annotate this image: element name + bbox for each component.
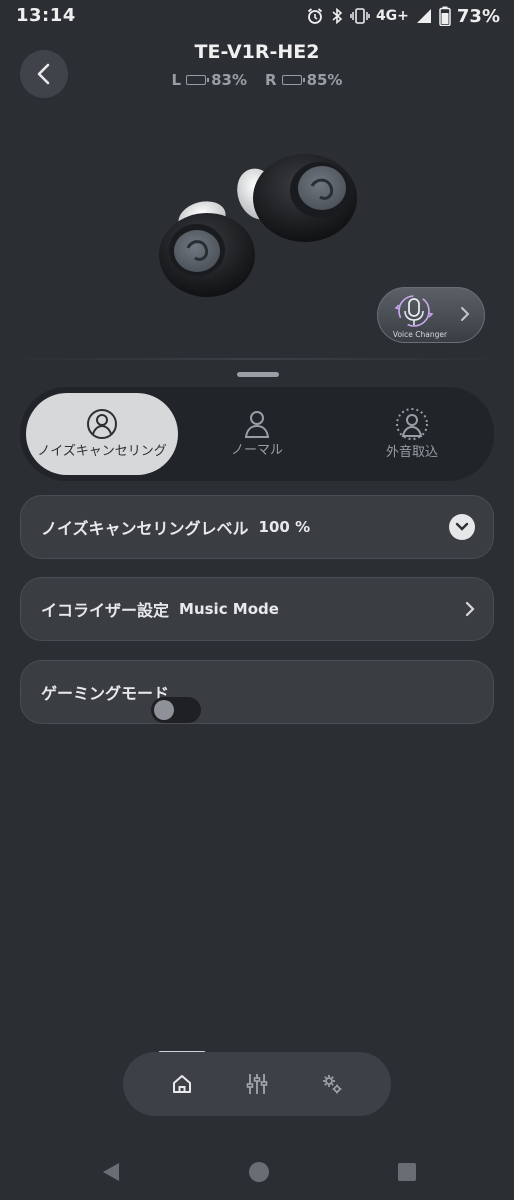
gaming-mode-row: ゲーミングモード — [20, 660, 494, 724]
ambient-person-icon — [396, 407, 428, 440]
noise-cancel-person-icon — [87, 408, 117, 439]
equalizer-row[interactable]: イコライザー設定 Music Mode — [20, 577, 494, 641]
home-circle-icon[interactable] — [245, 1158, 273, 1186]
bluetooth-icon — [330, 7, 344, 25]
noise-cancel-level-row[interactable]: ノイズキャンセリングレベル 100 % — [20, 495, 494, 559]
person-icon — [244, 410, 270, 438]
left-battery-icon — [186, 75, 210, 85]
voice-changer-button[interactable]: Voice Changer — [377, 287, 485, 343]
right-battery-icon — [281, 75, 305, 85]
anc-mode-selector: ノイズキャンセリング ノーマル 外音取込 — [20, 387, 494, 481]
battery-icon — [439, 6, 451, 26]
left-battery-percent: 83% — [211, 71, 247, 89]
equalizer-value: Music Mode — [179, 600, 279, 618]
mode-normal[interactable]: ノーマル — [181, 393, 333, 475]
earbud-battery-row: L 83% R 85% — [0, 71, 514, 89]
home-icon[interactable] — [160, 1062, 204, 1106]
toggle-knob — [154, 700, 175, 720]
vibrate-icon — [350, 7, 370, 25]
signal-icon — [415, 7, 433, 25]
noise-cancel-level-label: ノイズキャンセリングレベル — [41, 519, 249, 538]
right-label: R — [265, 71, 277, 89]
sheet-drag-handle[interactable] — [237, 372, 279, 377]
earbuds-image — [159, 154, 357, 297]
divider — [0, 358, 514, 360]
alarm-icon — [306, 7, 324, 25]
mode-noise-cancelling[interactable]: ノイズキャンセリング — [26, 393, 178, 475]
noise-cancel-level-value: 100 % — [258, 518, 311, 536]
equalizer-label: イコライザー設定 — [41, 601, 170, 620]
back-triangle-icon[interactable] — [97, 1158, 125, 1186]
gaming-mode-label: ゲーミングモード — [41, 684, 170, 703]
gaming-mode-toggle[interactable] — [151, 697, 202, 723]
app-screen: 13:14 4G+ 73% TE-V1R-HE2 L 83% R 85% Voi… — [0, 0, 514, 1200]
battery-percent: 73% — [456, 5, 500, 27]
status-time: 13:14 — [16, 5, 76, 26]
mode-label: 外音取込 — [385, 444, 438, 460]
chevron-right-icon — [461, 307, 470, 321]
left-label: L — [171, 71, 182, 89]
equalizer-sliders-icon[interactable] — [235, 1062, 279, 1106]
recents-square-icon[interactable] — [393, 1158, 421, 1186]
voice-changer-label: Voice Changer — [392, 330, 448, 339]
right-battery-percent: 85% — [306, 71, 343, 89]
mode-label: ノーマル — [230, 442, 283, 458]
mode-ambient[interactable]: 外音取込 — [336, 393, 488, 475]
bottom-nav — [123, 1052, 391, 1116]
system-navigation-bar — [0, 1158, 514, 1186]
status-bar: 13:14 4G+ 73% — [0, 0, 514, 34]
microphone-icon — [394, 295, 434, 327]
chevron-right-icon — [465, 601, 475, 617]
settings-gears-icon[interactable] — [310, 1062, 354, 1106]
chevron-down-icon[interactable] — [449, 514, 475, 540]
status-icons: 4G+ 73% — [306, 4, 500, 28]
right-battery: R 85% — [265, 71, 342, 89]
device-name: TE-V1R-HE2 — [194, 41, 320, 63]
mode-label: ノイズキャンセリング — [37, 443, 167, 459]
left-battery: L 83% — [172, 71, 247, 89]
network-type: 4G+ — [375, 8, 409, 24]
